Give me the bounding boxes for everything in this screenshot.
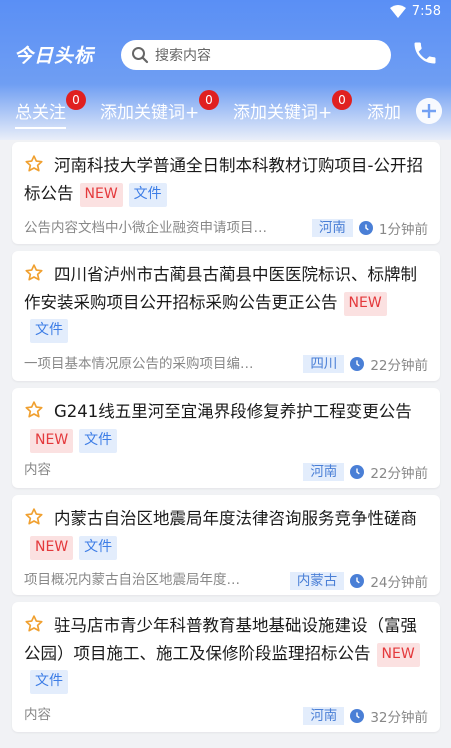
star-outline-icon[interactable] bbox=[24, 614, 44, 634]
card-time: 22分钟前 bbox=[370, 466, 428, 482]
card-title: 驻马店市青少年科普教育基地基础设施建设（富强公园）项目施工、施工及保修阶段监理招… bbox=[24, 616, 417, 663]
list-item[interactable]: 内蒙古自治区地震局年度法律咨询服务竞争性磋商 NEW 文件 项目概况内蒙古自治区地震… bbox=[12, 495, 440, 595]
new-badge: NEW bbox=[30, 535, 74, 560]
new-badge: NEW bbox=[343, 291, 387, 316]
region-tag: 河南 bbox=[311, 219, 353, 237]
card-meta: 四川 22分钟前 bbox=[303, 354, 428, 374]
file-badge: 文件 bbox=[79, 428, 118, 453]
status-time: 7:58 bbox=[411, 4, 441, 19]
keyword-tabs: 总关注 0 添加关键词+ 0 添加关键词+ 0 添加 bbox=[0, 90, 451, 132]
clock-icon bbox=[350, 465, 365, 479]
top-bar: 今日头标 搜索内容 bbox=[0, 36, 451, 74]
card-meta: 河南 1分钟前 bbox=[311, 218, 428, 238]
file-badge: 文件 bbox=[30, 670, 68, 694]
card-summary: 一项目基本情况原公告的采购项目编… bbox=[24, 356, 254, 372]
tab-all-following[interactable]: 总关注 0 bbox=[15, 90, 86, 129]
list-item[interactable]: G241线五里河至宜渑界段修复养护工程变更公告 NEW 文件 内容 河南 22分钟前 bbox=[12, 388, 440, 488]
tab-label: 添加 bbox=[367, 103, 401, 123]
region-tag: 河南 bbox=[303, 463, 345, 481]
card-title-block: 河南科技大学普通全日制本科教材订购项目-公开招标公告 NEW 文件 bbox=[24, 152, 430, 207]
search-icon bbox=[132, 47, 149, 64]
tab-badge: 0 bbox=[66, 90, 86, 110]
list-item[interactable]: 驻马店市青少年科普教育基地基础设施建设（富强公园）项目施工、施工及保修阶段监理招… bbox=[12, 602, 440, 732]
card-meta: 河南 32分钟前 bbox=[303, 706, 428, 726]
list-item[interactable]: 河南科技大学普通全日制本科教材订购项目-公开招标公告 NEW 文件 公告内容文档中小… bbox=[12, 142, 440, 244]
search-placeholder: 搜索内容 bbox=[155, 48, 211, 64]
new-badge: NEW bbox=[79, 182, 123, 207]
card-summary: 内容 bbox=[24, 707, 51, 723]
card-title: 内蒙古自治区地震局年度法律咨询服务竞争性磋商 bbox=[54, 509, 417, 528]
star-outline-icon[interactable] bbox=[24, 400, 44, 420]
app-title: 今日头标 bbox=[14, 45, 95, 67]
phone-icon[interactable] bbox=[411, 39, 439, 67]
clock-icon bbox=[350, 357, 365, 371]
card-time: 32分钟前 bbox=[370, 710, 428, 726]
card-time: 24分钟前 bbox=[370, 575, 428, 591]
region-tag: 河南 bbox=[303, 707, 345, 725]
file-badge: 文件 bbox=[128, 182, 167, 207]
card-time: 1分钟前 bbox=[378, 222, 428, 238]
tab-badge: 0 bbox=[332, 90, 352, 110]
file-badge: 文件 bbox=[79, 535, 118, 560]
tab-add-keyword[interactable]: 添加关键词+ 0 bbox=[233, 90, 352, 123]
card-summary: 内容 bbox=[24, 462, 51, 478]
card-title-block: G241线五里河至宜渑界段修复养护工程变更公告 NEW 文件 bbox=[24, 398, 430, 453]
tab-label: 添加关键词+ bbox=[100, 103, 200, 123]
card-title: G241线五里河至宜渑界段修复养护工程变更公告 bbox=[54, 402, 412, 421]
tab-badge: 0 bbox=[199, 90, 219, 110]
new-badge: NEW bbox=[376, 642, 420, 667]
card-title-block: 四川省泸州市古蔺县古蔺县中医医院标识、标牌制作安装采购项目公开招标采购公告更正公… bbox=[24, 261, 430, 344]
card-time: 22分钟前 bbox=[370, 358, 428, 374]
region-tag: 四川 bbox=[303, 355, 345, 373]
new-badge: NEW bbox=[30, 428, 74, 453]
card-title-block: 驻马店市青少年科普教育基地基础设施建设（富强公园）项目施工、施工及保修阶段监理招… bbox=[24, 612, 430, 695]
star-outline-icon[interactable] bbox=[24, 263, 44, 283]
file-badge: 文件 bbox=[30, 319, 68, 343]
wifi-icon bbox=[389, 5, 406, 18]
tab-add-keyword[interactable]: 添加关键词+ 0 bbox=[100, 90, 219, 123]
tab-add-keyword-partial[interactable]: 添加 bbox=[367, 98, 411, 123]
search-input[interactable]: 搜索内容 bbox=[121, 40, 391, 70]
plus-circle-icon[interactable] bbox=[416, 98, 442, 124]
status-bar: 7:58 bbox=[0, 0, 451, 26]
clock-icon bbox=[358, 221, 373, 235]
clock-icon bbox=[350, 574, 365, 588]
card-summary: 公告内容文档中小微企业融资申请项目… bbox=[24, 220, 267, 236]
clock-icon bbox=[350, 709, 365, 723]
tab-label: 添加关键词+ bbox=[233, 103, 333, 123]
card-meta: 河南 22分钟前 bbox=[303, 462, 428, 482]
list-item[interactable]: 四川省泸州市古蔺县古蔺县中医医院标识、标牌制作安装采购项目公开招标采购公告更正公… bbox=[12, 251, 440, 381]
star-outline-icon[interactable] bbox=[24, 154, 44, 174]
card-title-block: 内蒙古自治区地震局年度法律咨询服务竞争性磋商 NEW 文件 bbox=[24, 505, 430, 560]
region-tag: 内蒙古 bbox=[289, 572, 345, 590]
tab-label: 总关注 bbox=[15, 103, 66, 123]
card-meta: 内蒙古 24分钟前 bbox=[289, 571, 428, 591]
card-summary: 项目概况内蒙古自治区地震局年度… bbox=[24, 572, 240, 588]
app-header: 7:58 今日头标 搜索内容 总关注 0 添加关键词+ 0 添加关键词+ 0 添… bbox=[0, 0, 451, 140]
star-outline-icon[interactable] bbox=[24, 507, 44, 527]
